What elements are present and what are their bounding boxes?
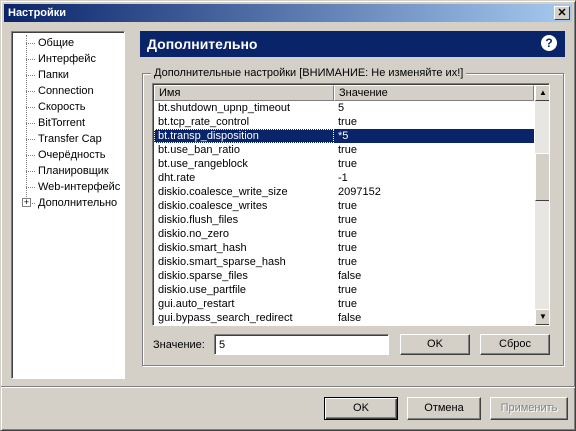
- setting-value: false: [338, 270, 362, 282]
- table-row[interactable]: diskio.sparse_files false: [154, 269, 534, 283]
- setting-name: dht.rate: [158, 172, 196, 184]
- table-row[interactable]: diskio.coalesce_writes true: [154, 199, 534, 213]
- setting-name: diskio.sparse_files: [158, 270, 248, 282]
- setting-name: bt.shutdown_upnp_timeout: [158, 102, 291, 114]
- setting-name: diskio.smart_hash: [158, 242, 247, 254]
- expand-icon[interactable]: +: [22, 198, 31, 207]
- window-title: Настройки: [8, 7, 67, 19]
- scroll-down-button[interactable]: ▼: [535, 309, 549, 325]
- table-row[interactable]: dht.rate -1: [154, 171, 534, 185]
- cancel-button[interactable]: Отмена: [407, 397, 481, 420]
- table-row[interactable]: gui.bypass_search_redirect false: [154, 311, 534, 325]
- table-row[interactable]: diskio.smart_hash true: [154, 241, 534, 255]
- list-body: bt.shutdown_upnp_timeout 5 bt.tcp_rate_con…: [154, 101, 534, 325]
- setting-name: diskio.coalesce_writes: [158, 200, 268, 212]
- table-row[interactable]: diskio.no_zero true: [154, 227, 534, 241]
- tree-item[interactable]: Скорость: [12, 99, 124, 115]
- setting-name: diskio.use_partfile: [158, 284, 247, 296]
- setting-value: true: [338, 298, 357, 310]
- list-header: Имя Значение: [154, 85, 534, 101]
- setting-value: false: [338, 312, 362, 324]
- setting-name: bt.transp_disposition: [154, 129, 334, 143]
- table-row[interactable]: diskio.coalesce_write_size 2097152: [154, 185, 534, 199]
- setting-value: true: [338, 144, 357, 156]
- table-row[interactable]: diskio.use_partfile true: [154, 283, 534, 297]
- value-input[interactable]: [214, 334, 389, 355]
- scroll-up-button[interactable]: ▲: [535, 85, 549, 101]
- tree-item[interactable]: Папки: [12, 67, 124, 83]
- tree-item[interactable]: Очерёдность: [12, 147, 124, 163]
- value-label: Значение:: [153, 339, 205, 351]
- tree-item[interactable]: + Дополнительно: [12, 195, 124, 211]
- tree-item[interactable]: Transfer Cap: [12, 131, 124, 147]
- tree-item[interactable]: Connection: [12, 83, 124, 99]
- reset-button[interactable]: Сброс: [480, 334, 550, 355]
- setting-value: true: [338, 242, 357, 254]
- setting-name: bt.use_rangeblock: [158, 158, 248, 170]
- table-row[interactable]: diskio.smart_sparse_hash true: [154, 255, 534, 269]
- setting-value: true: [338, 214, 357, 226]
- setting-value: 5: [338, 102, 345, 114]
- setting-value: true: [338, 116, 357, 128]
- section-header: Дополнительно ?: [140, 31, 565, 57]
- tree-item[interactable]: Интерфейс: [12, 51, 124, 67]
- tree-item-label: Дополнительно: [38, 197, 118, 209]
- ok-button[interactable]: OK: [324, 397, 398, 420]
- close-icon: ✕: [557, 6, 567, 19]
- footer-separator: [1, 386, 575, 388]
- settings-list[interactable]: Имя Значение bt.shutdown_upnp_timeout 5 bt…: [152, 83, 550, 326]
- section-title: Дополнительно: [147, 36, 258, 52]
- help-icon[interactable]: ?: [541, 35, 557, 51]
- tree-item[interactable]: Общие: [12, 35, 124, 51]
- column-header-value[interactable]: Значение: [334, 85, 534, 101]
- setting-value: true: [338, 200, 357, 212]
- table-row[interactable]: bt.use_ban_ratio true: [154, 143, 534, 157]
- table-row[interactable]: bt.use_rangeblock true: [154, 157, 534, 171]
- setting-value: true: [338, 158, 357, 170]
- table-row[interactable]: bt.transp_disposition *5: [154, 129, 534, 143]
- vertical-scrollbar[interactable]: ▲ ▼: [535, 85, 549, 325]
- table-row[interactable]: diskio.flush_files true: [154, 213, 534, 227]
- table-row[interactable]: bt.tcp_rate_control true: [154, 115, 534, 129]
- scroll-thumb[interactable]: [535, 153, 549, 201]
- tree-item[interactable]: BitTorrent: [12, 115, 124, 131]
- column-header-name[interactable]: Имя: [154, 85, 334, 101]
- setting-name: gui.bypass_search_redirect: [158, 312, 293, 324]
- apply-button[interactable]: Применить: [490, 397, 568, 420]
- setting-value: -1: [338, 172, 348, 184]
- close-button[interactable]: ✕: [554, 6, 570, 20]
- setting-name: bt.use_ban_ratio: [158, 144, 240, 156]
- group-legend: Дополнительные настройки [ВНИМАНИЕ: Не и…: [151, 67, 467, 79]
- title-bar[interactable]: Настройки ✕: [4, 4, 572, 22]
- category-tree[interactable]: Общие Интерфейс Папки Connection Скорость Bit…: [11, 31, 125, 379]
- setting-name: diskio.flush_files: [158, 214, 239, 226]
- setting-value: true: [338, 256, 357, 268]
- settings-window: Настройки ✕ Общие Интерфейс Папки Connectio…: [0, 0, 576, 431]
- setting-name: gui.auto_restart: [158, 298, 235, 310]
- setting-value: 2097152: [338, 186, 381, 198]
- table-row[interactable]: bt.shutdown_upnp_timeout 5: [154, 101, 534, 115]
- setting-value: true: [338, 284, 357, 296]
- setting-name: diskio.coalesce_write_size: [158, 186, 288, 198]
- value-ok-button[interactable]: OK: [400, 334, 470, 355]
- setting-value: true: [338, 228, 357, 240]
- setting-name: diskio.no_zero: [158, 228, 229, 240]
- tree-item[interactable]: Web-интерфейс: [12, 179, 124, 195]
- tree-item[interactable]: Планировщик: [12, 163, 124, 179]
- setting-name: diskio.smart_sparse_hash: [158, 256, 286, 268]
- setting-value: *5: [334, 129, 534, 143]
- table-row[interactable]: gui.auto_restart true: [154, 297, 534, 311]
- setting-name: bt.tcp_rate_control: [158, 116, 250, 128]
